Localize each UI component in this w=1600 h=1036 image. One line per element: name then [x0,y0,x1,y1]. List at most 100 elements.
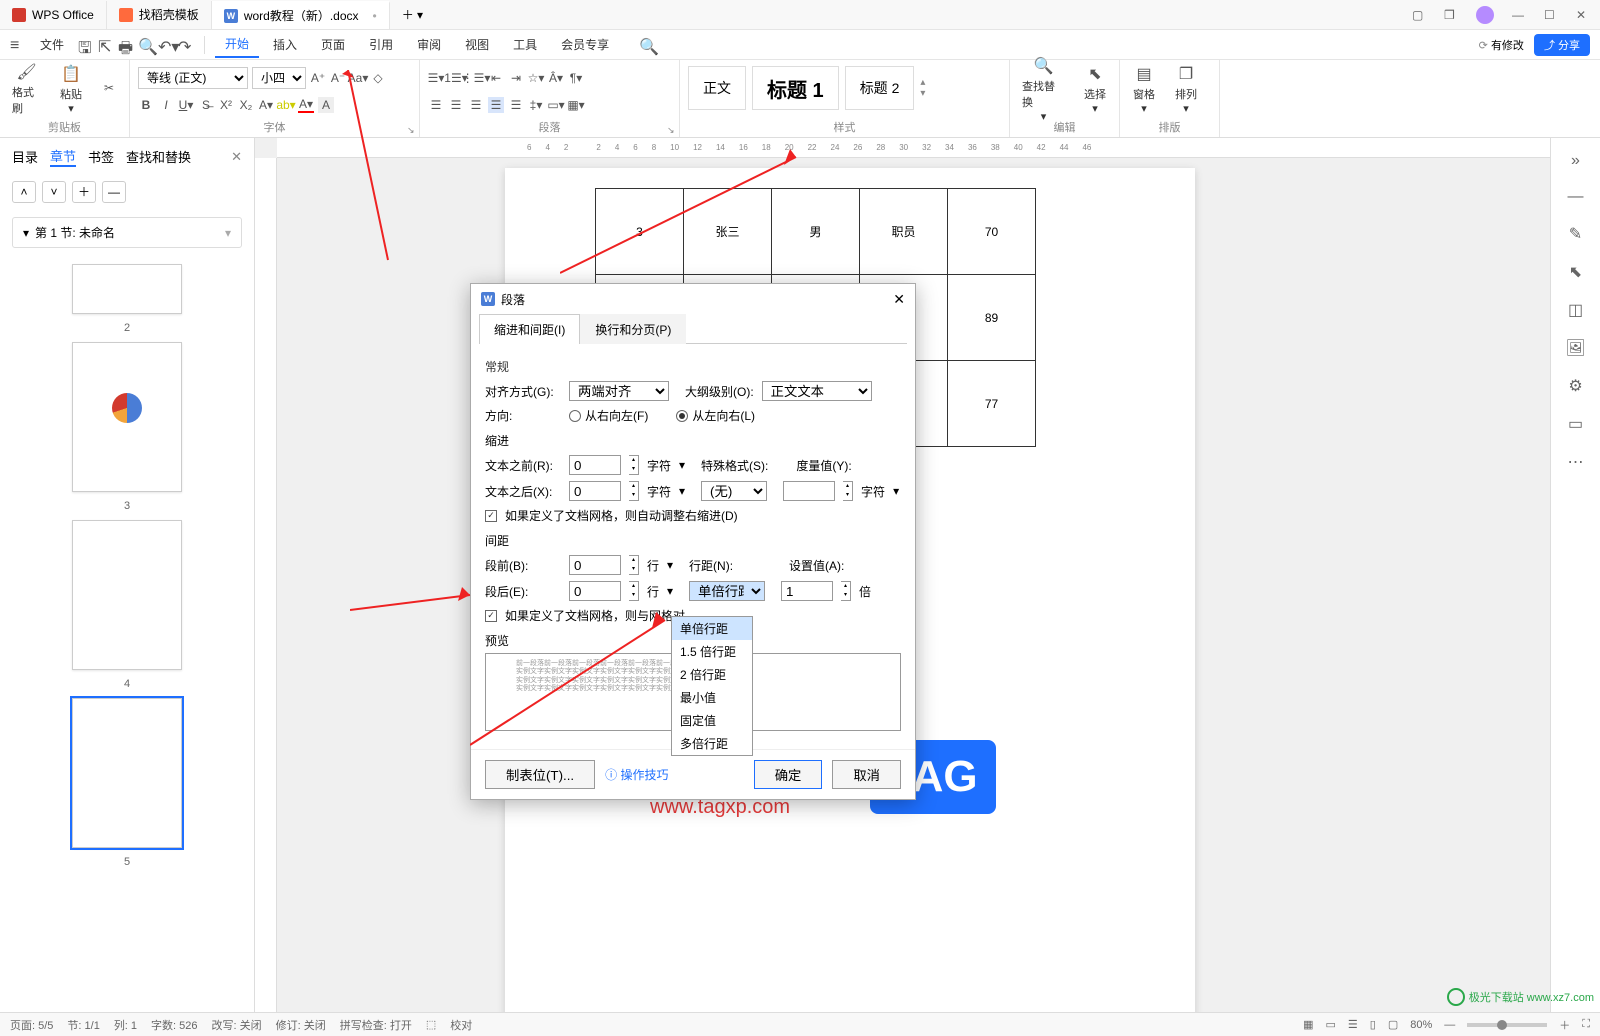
find-replace-button[interactable]: 🔍查找替换▾ [1018,54,1069,123]
text-effects-icon[interactable]: A▾ [258,97,274,113]
undo-icon[interactable]: ↶▾ [158,37,174,53]
style-normal[interactable]: 正文 [688,66,746,110]
menu-view[interactable]: 视图 [455,32,499,57]
dropdown-item-double[interactable]: 2 倍行距 [672,663,752,686]
lp-tab-bookmarks[interactable]: 书签 [88,147,114,166]
special-select[interactable]: (无) [701,481,767,501]
avatar-icon[interactable] [1476,6,1494,24]
zoom-out-icon[interactable]: — [1444,1019,1455,1031]
subscript-icon[interactable]: X₂ [238,97,254,113]
style-h2[interactable]: 标题 2 [845,66,915,110]
bullets-icon[interactable]: ☰▾ [428,70,444,86]
pen-icon[interactable]: ✎ [1569,224,1582,244]
multilevel-icon[interactable]: ⋮☰▾ [468,70,484,86]
zoom-slider[interactable] [1467,1023,1547,1027]
paragraph-launcher-icon[interactable]: ↘ [667,125,677,135]
minus-icon[interactable]: — [1568,188,1584,206]
rtl-radio[interactable]: 从右向左(F) [569,407,648,424]
zoom-in-icon[interactable]: ＋ [1559,1017,1570,1033]
search-icon[interactable]: 🔍 [639,37,655,53]
tab-templates[interactable]: 找稻壳模板 [107,1,212,29]
section-item[interactable]: ▾ 第 1 节: 未命名 ▾ [12,217,242,248]
image-icon[interactable]: 🖼 [1565,338,1585,358]
vertical-ruler[interactable] [255,158,277,1012]
setat-input[interactable] [781,581,833,601]
style-h1[interactable]: 标题 1 [752,66,839,110]
dropdown-item-1p5[interactable]: 1.5 倍行距 [672,640,752,663]
dropdown-item-single[interactable]: 单倍行距 [672,617,752,640]
measure-input[interactable] [783,481,835,501]
bold-icon[interactable]: B [138,97,154,113]
indent-dec-icon[interactable]: ⇤ [488,70,504,86]
font-color-icon[interactable]: A▾ [298,97,314,113]
more-icon[interactable]: ⋯ [1568,452,1584,472]
settings-icon[interactable]: ⚙ [1568,376,1582,396]
add-section-button[interactable]: ＋ [72,181,96,203]
highlight-icon[interactable]: ab▾ [278,97,294,113]
after-text-input[interactable] [569,481,621,501]
align-left-icon[interactable]: ☰ [428,97,444,113]
tabstops-button[interactable]: 制表位(T)... [485,760,595,789]
tips-link[interactable]: ⓘ 操作技巧 [605,766,668,783]
shading-icon[interactable]: ▭▾ [548,97,564,113]
zoom-value[interactable]: 80% [1410,1019,1432,1031]
dlg-tab-indent[interactable]: 缩进和间距(I) [479,314,580,344]
section-dropdown-icon[interactable]: ▾ [225,226,231,240]
align-center-icon[interactable]: ☰ [448,97,464,113]
font-size-select[interactable]: 小四 [252,67,306,89]
view-read-icon[interactable]: ▯ [1370,1018,1376,1031]
grid-indent-checkbox[interactable]: ✓ [485,510,497,522]
spinner[interactable]: ▴▾ [629,455,639,475]
ltr-radio[interactable]: 从左向右(L) [676,407,755,424]
dropdown-item-multiple[interactable]: 多倍行距 [672,732,752,755]
status-spell[interactable]: 拼写检查: 打开 [340,1017,412,1033]
status-track[interactable]: 修订: 关闭 [276,1017,326,1033]
menu-hamburger-icon[interactable]: ≡ [10,37,26,53]
page-thumb-3[interactable] [72,342,182,492]
menu-ref[interactable]: 引用 [359,32,403,57]
status-page[interactable]: 页面: 5/5 [10,1017,53,1033]
menu-page[interactable]: 页面 [311,32,355,57]
before-text-input[interactable] [569,455,621,475]
spinner[interactable]: ▴▾ [629,581,639,601]
remove-section-button[interactable]: — [102,181,126,203]
format-painter-button[interactable]: 🖌格式刷 [8,60,45,116]
spinner[interactable]: ▴▾ [629,555,639,575]
dialog-close-icon[interactable]: ✕ [893,291,905,308]
status-col[interactable]: 列: 1 [114,1017,137,1033]
grid-align-checkbox[interactable]: ✓ [485,610,497,622]
nav-down-button[interactable]: ˅ [42,181,66,203]
menu-review[interactable]: 审阅 [407,32,451,57]
pointer-icon[interactable]: ⬉ [1569,262,1582,282]
space-after-input[interactable] [569,581,621,601]
menu-file[interactable]: 文件 [30,32,74,57]
layout-icon[interactable]: ▢ [1412,8,1426,22]
style-more-icon[interactable]: ▴▾ [920,77,925,99]
save-icon[interactable]: 🖫 [78,37,94,53]
fit-icon[interactable]: ▢ [1388,1018,1398,1031]
nav-up-button[interactable]: ˄ [12,181,36,203]
spinner[interactable]: ▴▾ [841,581,851,601]
share-button[interactable]: ⤴ 分享 [1534,34,1590,56]
view-outline-icon[interactable]: ☰ [1348,1018,1358,1031]
italic-icon[interactable]: I [158,97,174,113]
pane-button[interactable]: ▤窗格▾ [1128,62,1160,115]
status-section[interactable]: 节: 1/1 [67,1017,99,1033]
tab-add[interactable]: ＋ ▾ [390,1,435,29]
sync-status[interactable]: ⟳ 有修改 [1479,37,1524,53]
font-launcher-icon[interactable]: ↘ [407,125,417,135]
view-web-icon[interactable]: ▭ [1326,1018,1336,1031]
lp-tab-findreplace[interactable]: 查找和替换 [126,147,191,166]
arrange-button[interactable]: ❐排列▾ [1170,62,1202,115]
page-thumb-4[interactable] [72,520,182,670]
underline-icon[interactable]: U▾ [178,97,194,113]
view-print-icon[interactable]: ▦ [1303,1018,1313,1031]
ok-button[interactable]: 确定 [754,760,823,789]
grow-font-icon[interactable]: A⁺ [310,70,326,86]
print-preview-icon[interactable]: 🔍 [138,37,154,53]
panel-close-icon[interactable]: ✕ [231,149,242,165]
minimize-icon[interactable]: — [1512,8,1526,22]
lp-tab-toc[interactable]: 目录 [12,147,38,166]
select-button[interactable]: ⬉选择▾ [1079,62,1111,115]
char-scale-icon[interactable]: ☆▾ [528,70,544,86]
